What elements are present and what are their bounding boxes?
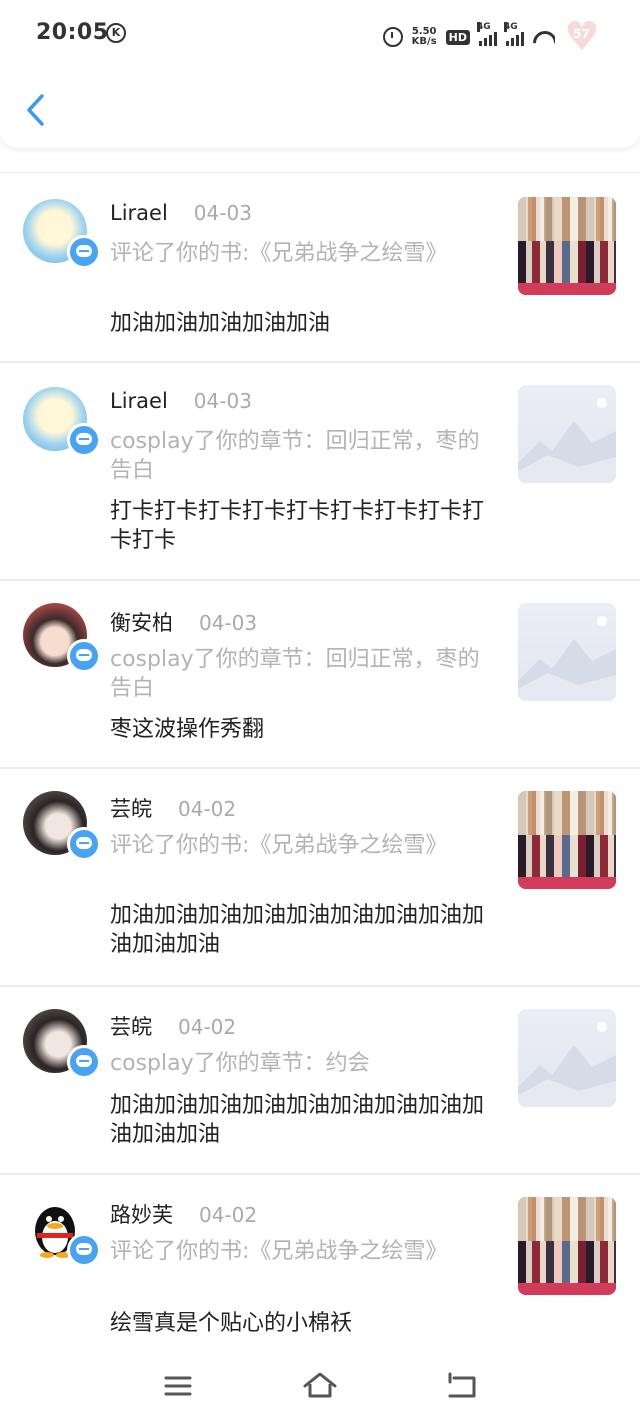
network-speed-unit: KB/s xyxy=(411,36,437,47)
status-bar: 20:05 K 5.50 KB/s HD 4G 4G 57 xyxy=(0,0,640,70)
hd-icon: HD xyxy=(445,29,470,45)
list-item[interactable]: 衡安柏 04-03 cosplay了你的章节：回归正常，枣的告白 枣这波操作秀翻 xyxy=(0,581,640,769)
message-text: 加油加油加油加油加油加油加油加油加油加油加油 xyxy=(110,1093,485,1147)
date: 04-03 xyxy=(193,389,252,413)
date: 04-02 xyxy=(199,1203,258,1227)
action-text: 评论了你的书:《兄弟战争之绘雪》 xyxy=(110,1239,448,1264)
message-text: 打卡打卡打卡打卡打卡打卡打卡打卡打卡打卡 xyxy=(110,499,485,553)
username-text: 芸皖 xyxy=(110,797,152,821)
username-text: 路妙芙 xyxy=(110,1203,173,1227)
message-text: 加油加油加油加油加油加油加油加油加油加油加油 xyxy=(110,903,485,957)
date: 04-03 xyxy=(199,611,258,635)
book-cover-thumbnail[interactable] xyxy=(518,791,616,889)
action-text: cosplay了你的章节：约会 xyxy=(110,1051,370,1076)
message-badge-icon xyxy=(67,423,101,457)
username[interactable]: 芸皖 04-02 xyxy=(110,1011,236,1041)
message-badge-icon xyxy=(67,827,101,861)
menu-button[interactable] xyxy=(158,1370,198,1402)
username-text: 衡安柏 xyxy=(110,611,173,635)
message-badge-icon xyxy=(67,1233,101,1267)
list-item[interactable]: 芸皖 04-02 评论了你的书:《兄弟战争之绘雪》 加油加油加油加油加油加油加油加… xyxy=(0,769,640,987)
chevron-left-icon xyxy=(27,94,44,126)
wifi-icon xyxy=(533,29,555,45)
username[interactable]: Lirael 04-03 xyxy=(110,201,252,225)
back-button[interactable] xyxy=(20,92,52,128)
network-speed: 5.50 KB/s xyxy=(412,27,437,47)
date: 04-03 xyxy=(193,201,252,225)
battery-level: 57 xyxy=(573,27,590,41)
book-cover-thumbnail[interactable] xyxy=(518,1197,616,1295)
action-text: cosplay了你的章节：回归正常，枣的告白 xyxy=(110,429,480,483)
signal-icon-sim1: 4G xyxy=(477,22,497,46)
username-text: Lirael xyxy=(110,389,168,413)
list-item[interactable]: Lirael 04-03 cosplay了你的章节：回归正常，枣的告白 打卡打卡打… xyxy=(0,363,640,581)
mountain-placeholder-icon xyxy=(518,616,616,701)
username-text: 芸皖 xyxy=(110,1015,152,1039)
list-item[interactable]: Lirael 04-03 评论了你的书:《兄弟战争之绘雪》 加油加油加油加油加油 xyxy=(0,173,640,363)
back-nav-icon xyxy=(448,1372,476,1398)
system-nav-bar xyxy=(0,1350,640,1423)
username[interactable]: 路妙芙 04-02 xyxy=(110,1199,257,1229)
signal-icon-sim2: 4G xyxy=(504,22,524,46)
message-text: 加油加油加油加油加油 xyxy=(110,311,331,336)
placeholder-thumbnail[interactable] xyxy=(518,1009,616,1107)
action-text: cosplay了你的章节：回归正常，枣的告白 xyxy=(110,647,480,701)
message-text: 绘雪真是个贴心的小棉袄 xyxy=(110,1311,353,1336)
alarm-icon xyxy=(382,27,403,47)
mountain-placeholder-icon xyxy=(518,1022,616,1107)
date: 04-02 xyxy=(178,1015,237,1039)
action-text: 评论了你的书:《兄弟战争之绘雪》 xyxy=(110,833,448,858)
top-header: 20:05 K 5.50 KB/s HD 4G 4G 57 xyxy=(0,0,640,148)
sim2-label: 4G xyxy=(504,22,518,32)
battery-icon: 57 xyxy=(564,14,600,60)
notification-list: Lirael 04-03 评论了你的书:《兄弟战争之绘雪》 加油加油加油加油加油 … xyxy=(0,172,640,1355)
username[interactable]: 芸皖 04-02 xyxy=(110,793,236,823)
message-badge-icon xyxy=(67,235,101,269)
placeholder-thumbnail[interactable] xyxy=(518,385,616,483)
date: 04-02 xyxy=(178,797,237,821)
message-badge-icon xyxy=(67,1045,101,1079)
action-text: 评论了你的书:《兄弟战争之绘雪》 xyxy=(110,241,448,266)
message-badge-icon xyxy=(67,639,101,673)
home-icon xyxy=(303,1372,337,1398)
status-icons: 5.50 KB/s HD 4G 4G 57 xyxy=(382,14,600,60)
menu-icon xyxy=(164,1376,192,1396)
placeholder-thumbnail[interactable] xyxy=(518,603,616,701)
book-cover-thumbnail[interactable] xyxy=(518,197,616,295)
home-button[interactable] xyxy=(300,1370,340,1402)
list-item[interactable]: 芸皖 04-02 cosplay了你的章节：约会 加油加油加油加油加油加油加油加油… xyxy=(0,987,640,1175)
back-nav-button[interactable] xyxy=(442,1370,482,1402)
sim1-label: 4G xyxy=(477,22,491,32)
k-icon: K xyxy=(106,23,126,43)
list-item[interactable]: 路妙芙 04-02 评论了你的书:《兄弟战争之绘雪》 绘雪真是个贴心的小棉袄 xyxy=(0,1175,640,1355)
message-text: 枣这波操作秀翻 xyxy=(110,717,265,742)
username-text: Lirael xyxy=(110,201,168,225)
status-time: 20:05 xyxy=(36,20,109,45)
mountain-placeholder-icon xyxy=(518,398,616,483)
username[interactable]: Lirael 04-03 xyxy=(110,389,252,413)
username[interactable]: 衡安柏 04-03 xyxy=(110,607,257,637)
